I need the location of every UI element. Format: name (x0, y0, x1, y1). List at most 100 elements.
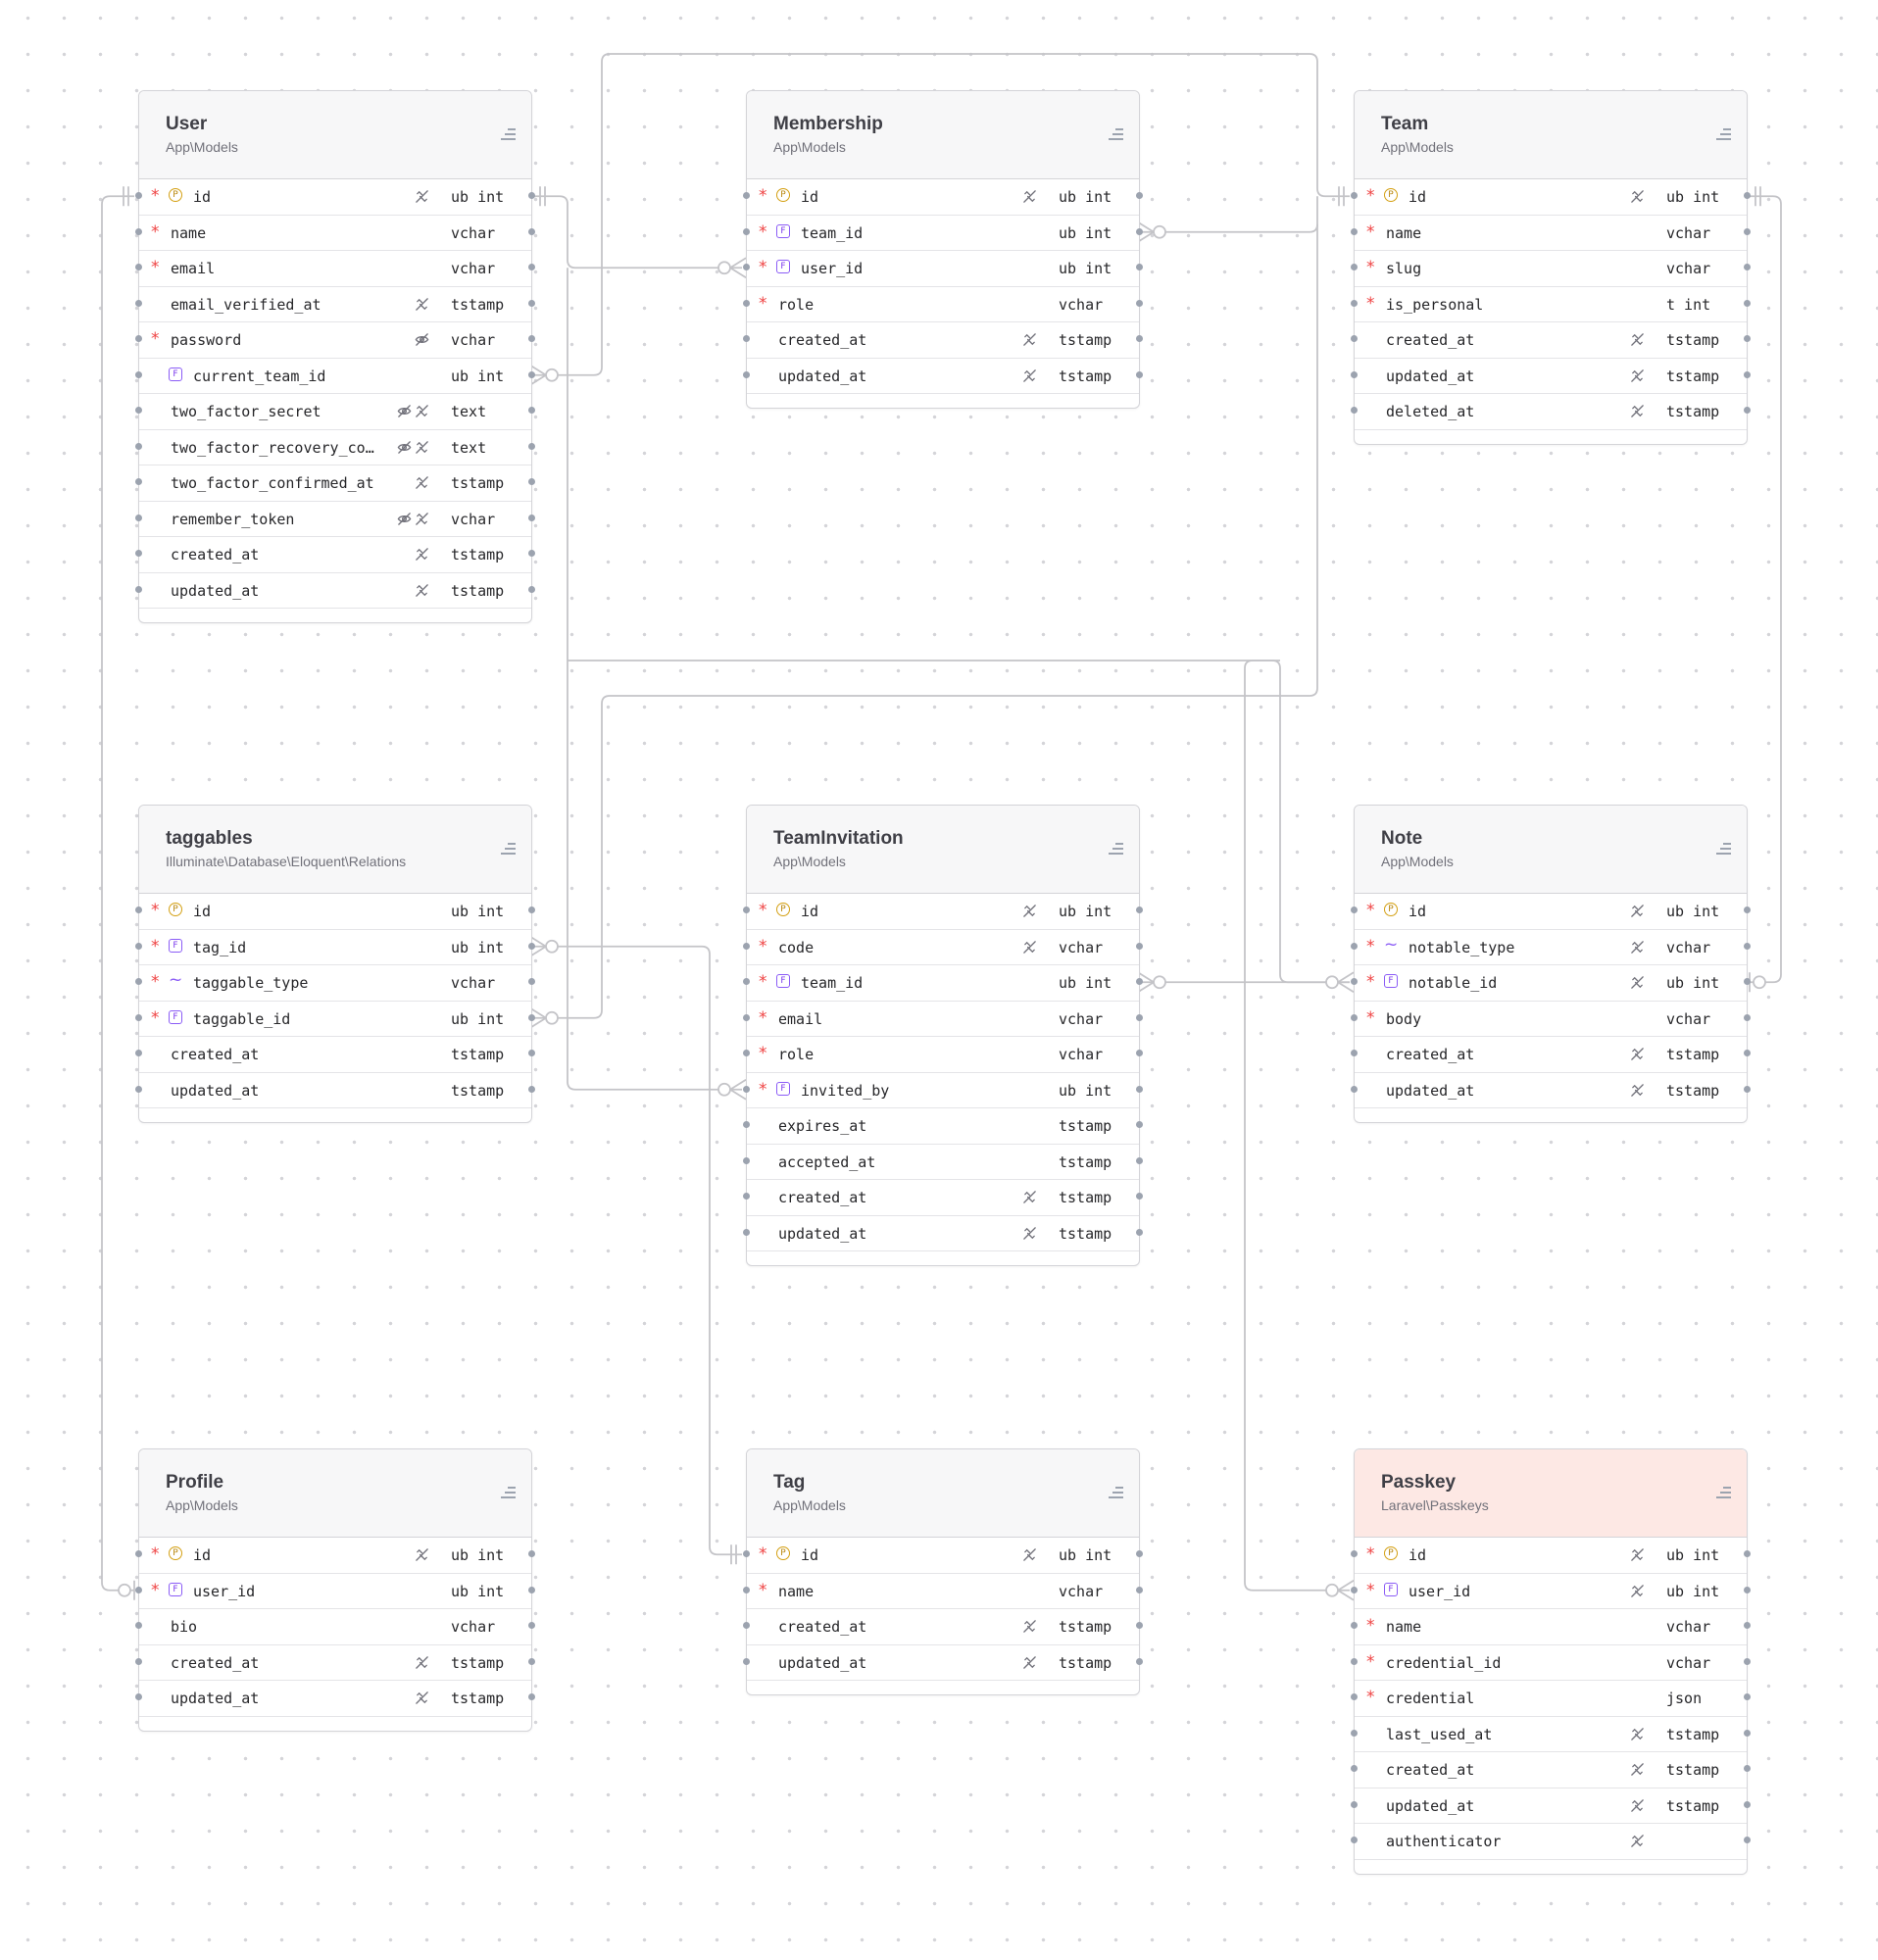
connection-handle-right[interactable] (1744, 1729, 1751, 1737)
connection-handle-left[interactable] (743, 299, 750, 307)
table-header[interactable]: Passkey Laravel\Passkeys (1355, 1449, 1747, 1538)
column-row-expires-at[interactable]: expires_at tstamp (743, 1108, 1143, 1145)
table-membership[interactable]: Membership App\Models * Pid ub int * Fteam_i… (743, 90, 1143, 409)
connection-handle-left[interactable] (1351, 942, 1358, 950)
column-row-updated-at[interactable]: updated_at tstamp (1351, 1788, 1751, 1824)
connection-handle-left[interactable] (135, 1693, 142, 1700)
column-row-remember-token[interactable]: remember_token vchar (135, 502, 535, 537)
connection-handle-left[interactable] (743, 1586, 750, 1593)
connection-handle-left[interactable] (743, 1156, 750, 1164)
connection-handle-right[interactable] (1744, 407, 1751, 414)
connection-handle-left[interactable] (135, 442, 142, 450)
connection-handle-left[interactable] (135, 1013, 142, 1021)
connection-handle-right[interactable] (528, 407, 535, 414)
connection-handle-right[interactable] (528, 1085, 535, 1093)
column-row-name[interactable]: * name vchar (135, 216, 535, 251)
connection-handle-left[interactable] (1351, 1800, 1358, 1808)
connection-handle-right[interactable] (1136, 906, 1143, 913)
column-row-created-at[interactable]: created_at tstamp (1351, 322, 1751, 359)
connection-handle-left[interactable] (1351, 1586, 1358, 1593)
connection-handle-left[interactable] (135, 335, 142, 342)
connection-handle-right[interactable] (528, 514, 535, 521)
connection-handle-right[interactable] (528, 1693, 535, 1700)
connection-handle-right[interactable] (1136, 1050, 1143, 1056)
column-row-invited-by[interactable]: * Finvited_by ub int (743, 1073, 1143, 1108)
table-header[interactable]: Note App\Models (1355, 806, 1747, 894)
connection-handle-right[interactable] (1744, 299, 1751, 307)
connection-handle-right[interactable] (528, 550, 535, 557)
connection-handle-right[interactable] (1744, 1837, 1751, 1843)
connection-handle-right[interactable] (528, 978, 535, 985)
column-row-updated-at[interactable]: updated_at tstamp (1351, 1073, 1751, 1108)
connection-handle-left[interactable] (743, 1013, 750, 1021)
column-row-credential-id[interactable]: * credential_id vchar (1351, 1645, 1751, 1681)
connection-handle-left[interactable] (743, 1050, 750, 1056)
connection-handle-left[interactable] (743, 1657, 750, 1665)
column-row-password[interactable]: * password vchar (135, 322, 535, 359)
column-row-created-at[interactable]: created_at tstamp (1351, 1752, 1751, 1788)
column-row-updated-at[interactable]: updated_at tstamp (135, 1073, 535, 1108)
connection-handle-left[interactable] (135, 192, 142, 199)
connection-handle-right[interactable] (1136, 1193, 1143, 1200)
connection-handle-left[interactable] (1351, 227, 1358, 235)
column-row-updated-at[interactable]: updated_at tstamp (743, 359, 1143, 394)
connection-handle-right[interactable] (1744, 1622, 1751, 1629)
column-row-created-at[interactable]: created_at tstamp (135, 1037, 535, 1073)
connection-handle-right[interactable] (528, 335, 535, 342)
column-row-id[interactable]: * Pid ub int (743, 894, 1143, 930)
column-row-current-team-id[interactable]: Fcurrent_team_id ub int (135, 359, 535, 394)
connection-handle-right[interactable] (1136, 227, 1143, 235)
connection-handle-left[interactable] (135, 264, 142, 270)
connection-handle-right[interactable] (528, 1013, 535, 1021)
connection-handle-right[interactable] (1744, 1765, 1751, 1772)
connection-handle-right[interactable] (528, 478, 535, 485)
column-row-updated-at[interactable]: updated_at tstamp (743, 1645, 1143, 1681)
connection-handle-right[interactable] (528, 1050, 535, 1056)
connection-handle-right[interactable] (1136, 264, 1143, 270)
table-tag[interactable]: Tag App\Models * Pid ub int * name vchar creat… (743, 1448, 1143, 1695)
column-row-team-id[interactable]: * Fteam_id ub int (743, 216, 1143, 251)
connection-handle-left[interactable] (1351, 1550, 1358, 1557)
connection-handle-right[interactable] (528, 1657, 535, 1665)
connection-handle-left[interactable] (135, 1657, 142, 1665)
column-row-id[interactable]: * Pid ub int (135, 179, 535, 216)
connection-handle-left[interactable] (743, 978, 750, 985)
connection-handle-left[interactable] (743, 335, 750, 342)
column-row-id[interactable]: * Pid ub int (743, 1538, 1143, 1574)
connection-handle-left[interactable] (1351, 192, 1358, 199)
connection-handle-left[interactable] (135, 407, 142, 414)
connection-handle-left[interactable] (135, 478, 142, 485)
connection-handle-right[interactable] (1744, 370, 1751, 378)
connection-handle-right[interactable] (1744, 192, 1751, 199)
table-header[interactable]: taggables Illuminate\Database\Eloquent\R… (139, 806, 531, 894)
column-row-id[interactable]: * Pid ub int (135, 894, 535, 930)
connection-handle-left[interactable] (135, 299, 142, 307)
connection-handle-right[interactable] (528, 442, 535, 450)
connection-handle-right[interactable] (1136, 1013, 1143, 1021)
column-row-notable-type[interactable]: * ~ notable_type vchar (1351, 930, 1751, 965)
column-row-last-used-at[interactable]: last_used_at tstamp (1351, 1717, 1751, 1752)
connection-handle-left[interactable] (743, 1193, 750, 1200)
column-row-created-at[interactable]: created_at tstamp (1351, 1037, 1751, 1073)
connection-handle-left[interactable] (1351, 1765, 1358, 1772)
connection-handle-left[interactable] (135, 370, 142, 378)
menu-icon[interactable] (500, 843, 516, 857)
table-header[interactable]: Team App\Models (1355, 91, 1747, 179)
column-row-user-id[interactable]: * Fuser_id ub int (1351, 1574, 1751, 1609)
connection-handle-left[interactable] (1351, 299, 1358, 307)
table-header[interactable]: Tag App\Models (747, 1449, 1139, 1538)
column-row-name[interactable]: * name vchar (1351, 1609, 1751, 1645)
column-row-name[interactable]: * name vchar (743, 1574, 1143, 1609)
connection-handle-left[interactable] (743, 370, 750, 378)
column-row-bio[interactable]: bio vchar (135, 1609, 535, 1645)
column-row-taggable-id[interactable]: * Ftaggable_id ub int (135, 1002, 535, 1037)
column-row-is-personal[interactable]: * is_personal t int (1351, 287, 1751, 322)
connection-handle-right[interactable] (528, 264, 535, 270)
menu-icon[interactable] (1715, 843, 1731, 857)
column-row-updated-at[interactable]: updated_at tstamp (743, 1216, 1143, 1251)
table-header[interactable]: User App\Models (139, 91, 531, 179)
table-header[interactable]: Profile App\Models (139, 1449, 531, 1538)
connection-handle-right[interactable] (1744, 1800, 1751, 1808)
menu-icon[interactable] (1108, 1487, 1123, 1500)
connection-handle-left[interactable] (1351, 335, 1358, 342)
